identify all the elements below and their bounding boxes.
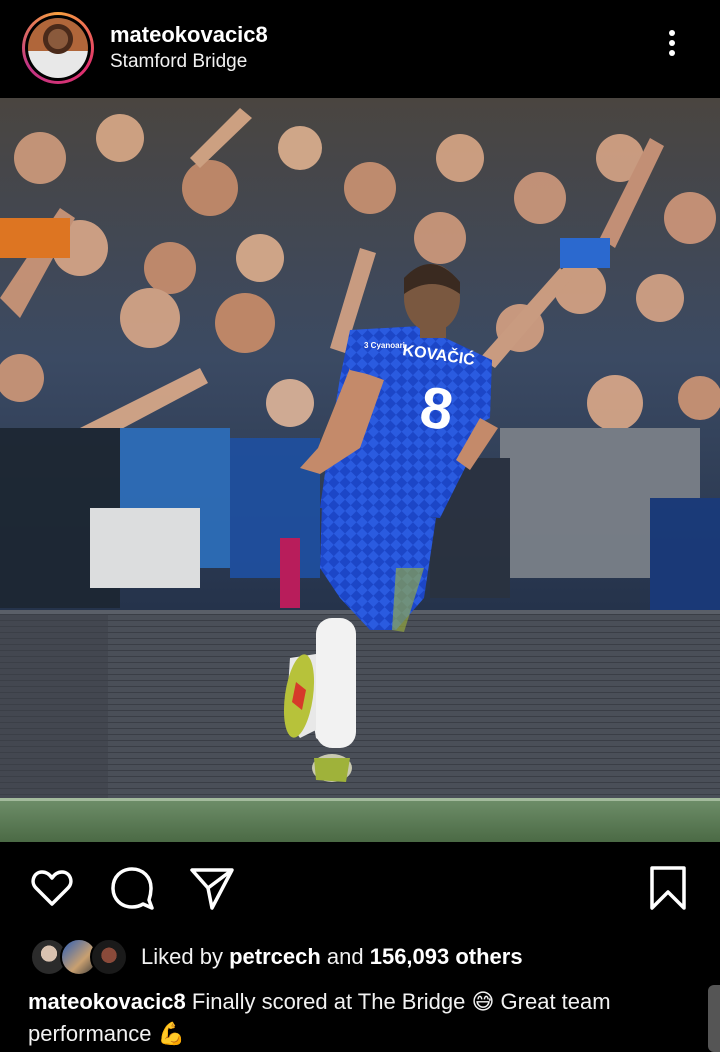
liker-avatars bbox=[30, 938, 130, 976]
emoji: 😅 bbox=[471, 989, 495, 1014]
liker-avatar bbox=[90, 938, 128, 976]
post-photo[interactable]: KOVAČIĆ 8 3 Cyanoari bbox=[0, 98, 720, 842]
first-liker[interactable]: petrcech bbox=[229, 944, 321, 969]
bookmark-icon[interactable] bbox=[644, 864, 692, 912]
story-ring[interactable] bbox=[22, 12, 94, 84]
send-icon[interactable] bbox=[188, 864, 236, 912]
scrollbar[interactable] bbox=[708, 985, 720, 1052]
comment-icon[interactable] bbox=[108, 864, 156, 912]
more-options-icon[interactable] bbox=[656, 26, 688, 66]
heart-icon[interactable] bbox=[28, 864, 76, 912]
emoji: 💪 bbox=[157, 1021, 186, 1046]
post-caption: mateokovacic8 Finally scored at The Brid… bbox=[28, 989, 611, 1046]
jersey-sponsor: 3 Cyanoari bbox=[364, 341, 405, 350]
avatar[interactable] bbox=[28, 18, 88, 78]
likes-text: Liked by petrcech and 156,093 others bbox=[141, 944, 523, 969]
post-location[interactable]: Stamford Bridge bbox=[110, 51, 247, 73]
caption-username[interactable]: mateokovacic8 bbox=[28, 989, 186, 1014]
action-bar bbox=[0, 842, 720, 934]
post-header: mateokovacic8 Stamford Bridge bbox=[0, 0, 720, 98]
likes-count[interactable]: 156,093 others bbox=[370, 944, 523, 969]
likes-row[interactable]: Liked by petrcech and 156,093 others bbox=[30, 936, 710, 978]
post-username[interactable]: mateokovacic8 bbox=[110, 22, 268, 48]
